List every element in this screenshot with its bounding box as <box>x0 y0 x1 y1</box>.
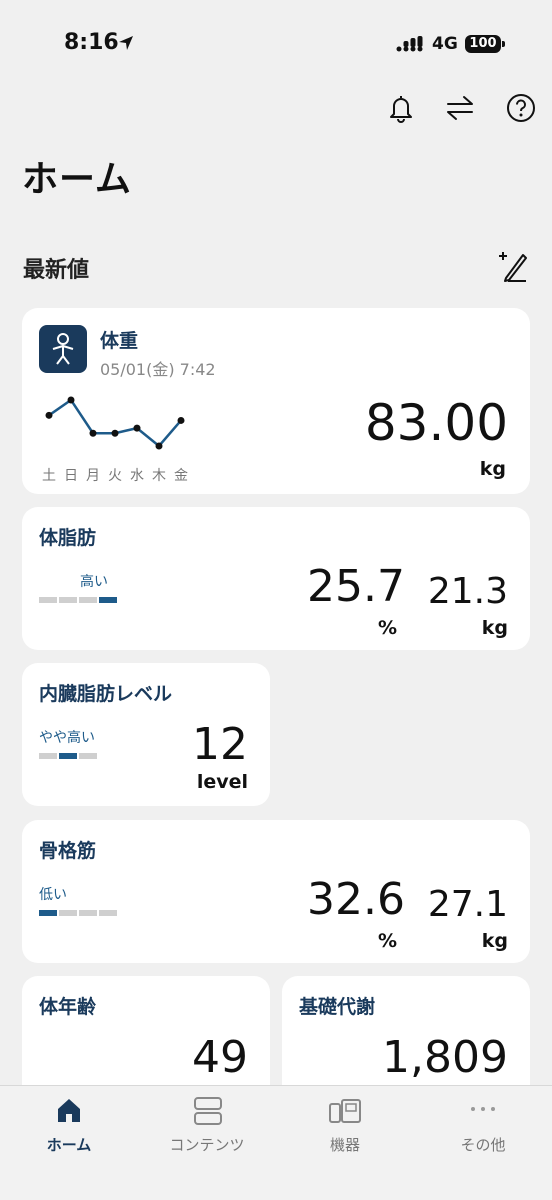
weekday-label: 月 <box>86 468 100 484</box>
weight-point <box>133 424 141 432</box>
help-icon[interactable] <box>505 92 537 124</box>
tab-devices[interactable]: 機器 <box>276 1086 414 1166</box>
sync-arrows-icon[interactable] <box>444 92 476 124</box>
tab-bar: ホーム コンテンツ 機器 その他 <box>0 1085 552 1200</box>
skeletal-muscle-card[interactable]: 骨格筋 低い 32.6 % 27.1 kg <box>22 820 530 963</box>
weekday-label: 水 <box>130 468 144 484</box>
body-fat-percent-unit: % <box>378 617 398 639</box>
tab-devices-label: 機器 <box>329 1136 360 1154</box>
tab-more-label: その他 <box>460 1136 506 1154</box>
home-icon <box>58 1099 80 1122</box>
network-type: 4G <box>432 34 458 54</box>
weight-card[interactable]: 体重 05/01(金) 7:42 土日月火水木金 83.00 kg <box>22 308 530 494</box>
weekday-label: 木 <box>152 468 166 484</box>
tab-contents[interactable]: コンテンツ <box>138 1086 276 1166</box>
body-fat-level-bar <box>39 597 119 603</box>
tab-home[interactable]: ホーム <box>0 1086 138 1166</box>
skeletal-muscle-percent: 32.6 <box>307 874 405 925</box>
level-segment <box>39 910 57 916</box>
battery-indicator: 100 <box>465 35 501 53</box>
level-segment <box>79 910 97 916</box>
weekday-label: 火 <box>108 468 122 484</box>
level-segment <box>59 597 77 603</box>
level-segment <box>59 910 77 916</box>
contents-icon <box>194 1097 222 1125</box>
location-arrow-icon <box>119 36 133 50</box>
more-icon <box>471 1107 495 1111</box>
skeletal-muscle-kg: 27.1 <box>427 884 508 925</box>
body-age-value: 49 <box>192 1032 248 1083</box>
skeletal-muscle-percent-unit: % <box>378 930 398 952</box>
page-title: ホーム <box>22 159 132 200</box>
visceral-fat-level-bar <box>39 753 99 759</box>
weight-value: 83.00 <box>364 394 508 452</box>
visceral-fat-level-label: やや高い <box>39 730 95 746</box>
body-age-title: 体年齢 <box>39 996 97 1018</box>
weekday-label: 日 <box>64 468 78 484</box>
basal-metabolism-title: 基礎代謝 <box>299 996 376 1018</box>
weight-point <box>111 429 119 437</box>
edit-add-icon[interactable] <box>496 248 530 282</box>
visceral-fat-title: 内臓脂肪レベル <box>39 683 173 705</box>
bell-icon[interactable] <box>385 92 417 124</box>
person-icon <box>39 325 87 373</box>
level-segment <box>99 910 117 916</box>
level-segment <box>39 597 57 603</box>
level-segment <box>99 597 117 603</box>
level-segment <box>79 753 97 759</box>
status-time: 8:16 <box>64 30 119 55</box>
body-fat-kg: 21.3 <box>427 571 508 612</box>
tab-contents-label: コンテンツ <box>169 1136 245 1154</box>
level-segment <box>39 753 57 759</box>
weight-point <box>89 429 97 437</box>
weight-trend-chart: 土日月火水木金 <box>42 396 188 484</box>
weight-trend-line <box>48 398 182 448</box>
body-fat-percent: 25.7 <box>307 561 405 612</box>
weight-unit: kg <box>479 458 506 480</box>
skeletal-muscle-kg-unit: kg <box>481 930 508 952</box>
weight-date: 05/01(金) 7:42 <box>100 360 216 379</box>
weight-point <box>155 442 163 450</box>
body-fat-title: 体脂肪 <box>39 527 97 549</box>
tab-home-label: ホーム <box>46 1136 92 1154</box>
body-fat-card[interactable]: 体脂肪 高い 25.7 % 21.3 kg <box>22 507 530 650</box>
weight-title: 体重 <box>100 330 139 352</box>
level-segment <box>79 597 97 603</box>
battery-nub <box>502 41 505 47</box>
level-segment <box>59 753 77 759</box>
cellular-signal-icon <box>396 36 423 52</box>
devices-icon <box>329 1099 361 1123</box>
basal-metabolism-value: 1,809 <box>382 1032 508 1083</box>
tab-more[interactable]: その他 <box>414 1086 552 1166</box>
weight-point <box>67 396 75 404</box>
weekday-label: 土 <box>42 468 56 484</box>
visceral-fat-card[interactable]: 内臓脂肪レベル やや高い 12 level <box>22 663 270 806</box>
weight-point <box>45 411 53 419</box>
visceral-fat-value: 12 <box>192 719 248 770</box>
body-fat-kg-unit: kg <box>481 617 508 639</box>
skeletal-muscle-title: 骨格筋 <box>39 840 97 862</box>
section-title: 最新値 <box>23 258 90 283</box>
weekday-label: 金 <box>174 468 188 484</box>
skeletal-muscle-level-label: 低い <box>39 887 67 903</box>
body-fat-level-label: 高い <box>80 574 108 590</box>
skeletal-muscle-level-bar <box>39 910 119 916</box>
weight-point <box>177 416 185 424</box>
visceral-fat-unit: level <box>196 771 248 793</box>
